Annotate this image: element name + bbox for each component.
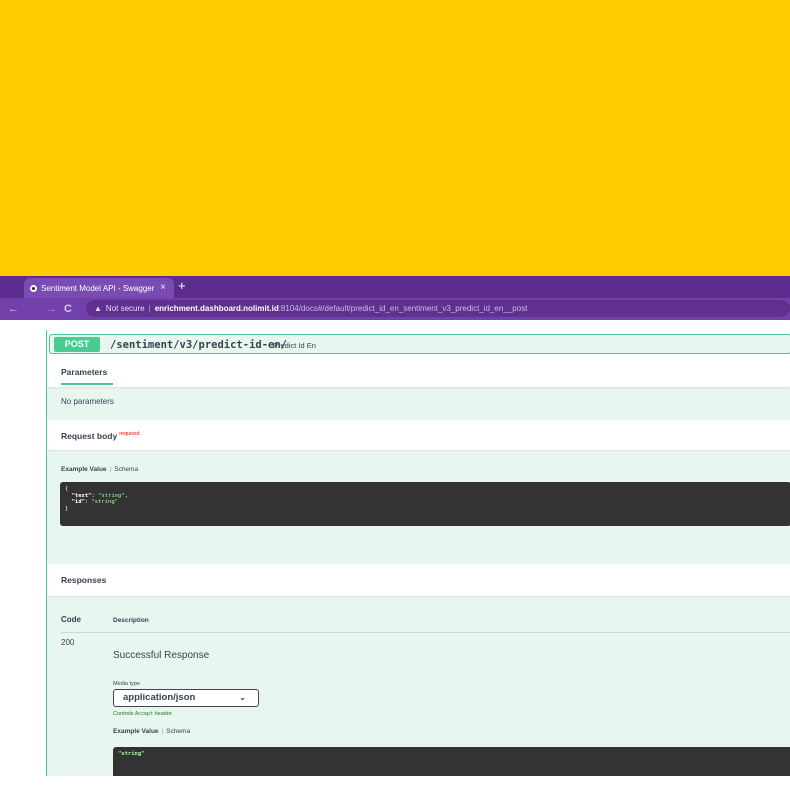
response-code: 200 (61, 638, 75, 647)
browser-tab[interactable]: Sentiment Model API - Swagger × (24, 278, 174, 298)
responses-title: Responses (61, 575, 107, 585)
parameters-tab-underline (61, 383, 113, 385)
new-tab-button[interactable]: + (178, 279, 186, 292)
parameters-tab[interactable]: Parameters (61, 367, 107, 377)
code-key-text: "text" (71, 492, 92, 499)
swagger-page: POST /sentiment/v3/predict-id-en/ Predic… (46, 330, 790, 776)
required-label: required (119, 431, 140, 438)
code-comma: , (124, 492, 128, 499)
request-body-label: Request body (61, 431, 118, 441)
browser-tab-title: Sentiment Model API - Swagger (41, 283, 155, 293)
code-key-id: "id" (71, 499, 85, 506)
forward-arrow-icon[interactable]: → (46, 298, 57, 320)
tab-divider: | (109, 466, 112, 473)
back-arrow-icon[interactable]: ← (8, 298, 19, 320)
responses-divider (61, 632, 790, 633)
code-brace-close: } (65, 505, 69, 512)
response-example-tabs: Example Value | Schema (113, 728, 190, 735)
controls-accept-note: Controls Accept header. (113, 711, 173, 717)
yellow-banner (0, 0, 790, 276)
media-type-select[interactable]: application/json ⌄ (113, 689, 259, 707)
response-example-text: "string" (118, 751, 145, 757)
reload-icon[interactable]: C (64, 298, 72, 320)
http-method-badge: POST (54, 337, 100, 352)
controls-suffix: header. (154, 711, 173, 717)
not-secure-label: Not secure (105, 304, 145, 313)
url-path: :8104/docs#/default/predict_id_en_sentim… (278, 304, 528, 313)
request-body-title: Request body required (61, 431, 139, 441)
operation-summary-text: Predict Id En (273, 341, 316, 350)
code-value-text: "string" (98, 492, 125, 499)
responses-header: Responses (47, 564, 790, 596)
media-type-label: Media type (113, 681, 140, 687)
controls-accept-code: Accept (135, 711, 154, 717)
response-example-value-tab[interactable]: Example Value (113, 728, 159, 735)
no-parameters-text: No parameters (61, 397, 114, 406)
favicon-icon (30, 284, 37, 292)
address-bar[interactable]: ▲ Not secure | enrichment.dashboard.nolimit… (86, 300, 790, 317)
url-host: enrichment.dashboard.nolimit.id (154, 304, 279, 313)
column-description-header: Description (113, 617, 149, 624)
tab-close-icon[interactable]: × (160, 283, 166, 293)
response-schema-tab[interactable]: Schema (166, 728, 190, 735)
request-body-header: Request body required (47, 420, 790, 450)
media-type-value: application/json (123, 692, 196, 703)
response-description: Successful Response (113, 650, 210, 661)
request-example-value-tab[interactable]: Example Value (61, 466, 107, 473)
response-tab-divider: | (161, 728, 164, 735)
code-value-id: "string" (91, 499, 119, 506)
address-divider: | (148, 304, 151, 313)
request-schema-tab[interactable]: Schema (114, 466, 138, 473)
request-example-tabs: Example Value | Schema (61, 466, 138, 473)
parameters-header: Parameters (47, 354, 790, 387)
code-brace-open: { (65, 486, 69, 492)
response-example-code: "string" (113, 747, 790, 776)
column-code-header: Code (61, 615, 81, 624)
chevron-down-icon: ⌄ (239, 693, 246, 702)
browser-tab-strip: Sentiment Model API - Swagger × (0, 276, 790, 298)
operation-path: /sentiment/v3/predict-id-en/ (110, 339, 288, 351)
warning-icon: ▲ (94, 304, 102, 313)
operation-summary[interactable]: POST /sentiment/v3/predict-id-en/ Predic… (49, 334, 790, 354)
controls-prefix: Controls (113, 711, 134, 717)
request-example-code: { "text": "string", "id": "string" } (60, 482, 790, 526)
